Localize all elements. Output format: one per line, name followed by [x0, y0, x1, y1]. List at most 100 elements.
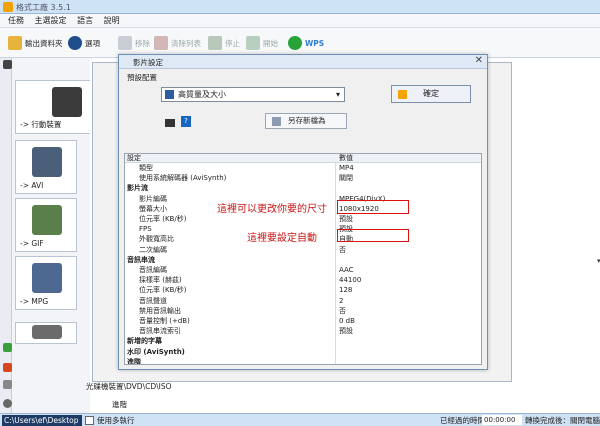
table-row[interactable]: 音訊串流索引 預設 [125, 327, 481, 336]
menu-language[interactable]: 語言 [77, 14, 93, 28]
table-row[interactable]: 音訊聲道 2 [125, 297, 481, 306]
ok-button[interactable]: 確定 [391, 85, 471, 103]
table-row[interactable]: 音量控制 (+dB) 0 dB [125, 317, 481, 326]
multi-thread-checkbox[interactable] [85, 416, 94, 425]
output-path[interactable]: C:\Users\ef\Desktop [2, 415, 82, 426]
category-mpg[interactable]: -> MPG [15, 256, 77, 310]
setting-name: 音訊聲道 [139, 296, 167, 305]
folder-icon [8, 36, 22, 50]
audio-category-icon[interactable] [3, 343, 12, 352]
category-mobile[interactable]: -> 行動裝置 [15, 80, 95, 134]
setting-value: 44100 [339, 276, 362, 285]
start-button[interactable]: 開始 [246, 34, 278, 52]
output-folder-button[interactable]: 輸出資料夾 [8, 34, 63, 52]
setting-name: 使用系統解碼器 (AviSynth) [139, 174, 227, 183]
menu-task[interactable]: 任務 [8, 14, 24, 28]
setting-value: 128 [339, 286, 353, 295]
dialog-title: 影片設定 [133, 58, 163, 67]
menu-help[interactable]: 說明 [104, 14, 120, 28]
format-icon [32, 325, 62, 339]
left-icon-strip [0, 58, 12, 413]
mpg-icon [32, 263, 62, 293]
multi-thread-label: 使用多執行 [97, 416, 135, 425]
clear-list-button[interactable]: 清除列表 [154, 34, 201, 52]
setting-name: 音量控制 (+dB) [139, 317, 190, 325]
table-row[interactable]: 進階 [125, 357, 481, 365]
status-bar: C:\Users\ef\Desktop 使用多執行 已經過的時間： 00:00:… [0, 413, 600, 426]
advanced-label[interactable]: 進階 [112, 399, 127, 410]
table-row[interactable]: 音訊串流 [125, 256, 481, 265]
settings-table: 設定 數值 類型 MP4 使用系統解碼器 (AviSynth) 關閉 影片流 影片編碼 MP… [124, 153, 482, 365]
table-row[interactable]: 影片流 [125, 184, 481, 193]
setting-name: 新增的字幕 [127, 337, 162, 346]
menu-settings[interactable]: 主選設定 [35, 14, 67, 28]
dialog-title-bar: 影片設定 ✕ [119, 55, 487, 69]
category-gif[interactable]: -> GIF [15, 198, 77, 252]
app-icon [3, 2, 13, 12]
table-row[interactable]: 音訊編碼 AAC [125, 266, 481, 275]
setting-name: 音訊串流 [127, 255, 155, 264]
setting-name: 進階 [127, 357, 141, 365]
video-category-icon[interactable] [3, 60, 12, 69]
table-row[interactable]: 使用系統解碼器 (AviSynth) 關閉 [125, 174, 481, 183]
tools-category-icon[interactable] [3, 399, 12, 408]
chevron-down-icon: ▾ [335, 90, 340, 99]
menu-bar: 任務 主選設定 語言 說明 [0, 14, 600, 28]
preset-label: 預設配置 [127, 73, 157, 82]
setting-value: 預設 [339, 327, 353, 336]
setting-value: 2 [339, 296, 344, 305]
save-as-button[interactable]: 另存新檔為 [265, 113, 347, 129]
setting-name: 外觀寬高比 [139, 235, 174, 244]
wps-button[interactable]: WPS [288, 34, 324, 52]
setting-name: 音訊編碼 [139, 266, 167, 274]
table-row[interactable]: 禁用音訊輸出 否 [125, 307, 481, 316]
setting-name: 螢幕大小 [139, 204, 167, 213]
setting-name: 影片編碼 [139, 194, 167, 203]
after-done-setting[interactable]: 轉換完成後：關閉電腦 [525, 415, 600, 426]
table-row[interactable]: 新增的字幕 [125, 337, 481, 346]
close-icon[interactable]: ✕ [475, 55, 483, 66]
help-icon[interactable]: ? [181, 116, 191, 127]
preset-icon [165, 90, 174, 99]
setting-name: 水印 (AviSynth) [127, 347, 185, 356]
save-icon [272, 117, 281, 126]
table-row[interactable]: 類型 MP4 [125, 164, 481, 173]
table-row[interactable]: 二次編碼 否 [125, 246, 481, 255]
size-highlight-box [337, 200, 409, 214]
image-category-icon[interactable] [3, 363, 12, 372]
ratio-highlight-box [337, 229, 409, 242]
start-icon [246, 36, 260, 50]
options-button[interactable]: 選項 [68, 34, 100, 52]
elapsed-time: 00:00:00 [482, 415, 522, 425]
document-category-icon[interactable] [3, 380, 12, 389]
remove-button[interactable]: 移除 [118, 34, 150, 52]
clear-icon [154, 36, 168, 50]
setting-name: 音訊串流索引 [139, 327, 181, 336]
setting-value: 0 dB [339, 317, 355, 325]
value-column-header: 數值 [339, 154, 353, 162]
title-bar: 格式工廠 3.5.1 [0, 0, 600, 14]
setting-name: 影片流 [127, 184, 148, 193]
gear-icon [68, 36, 82, 50]
window-title: 格式工廠 3.5.1 [16, 3, 71, 12]
setting-name: 採樣率 (赫茲) [139, 276, 182, 285]
table-row[interactable]: 採樣率 (赫茲) 44100 [125, 276, 481, 285]
table-row[interactable]: 位元率 (KB/秒) 128 [125, 286, 481, 295]
setting-name: 禁用音訊輸出 [139, 306, 181, 315]
gif-icon [32, 205, 62, 235]
setting-name: 類型 [139, 164, 153, 172]
film-reel-icon [52, 87, 82, 117]
table-row[interactable]: 水印 (AviSynth) [125, 348, 481, 357]
category-next[interactable] [15, 322, 77, 344]
arrow-right-icon [398, 90, 407, 99]
optical-device-label[interactable]: 光碟機裝置\DVD\CD\ISO [86, 381, 172, 392]
category-avi[interactable]: -> AVI [15, 140, 77, 194]
stop-icon [208, 36, 222, 50]
setting-value: 否 [339, 306, 346, 315]
preview-icon[interactable] [165, 119, 175, 127]
setting-name: 位元率 (KB/秒) [139, 286, 187, 295]
preset-select[interactable]: 高質量及大小 ▾ [161, 87, 345, 102]
table-row[interactable]: 位元率 (KB/秒) 預設 [125, 215, 481, 224]
table-header: 設定 數值 [125, 154, 481, 164]
stop-button[interactable]: 停止 [208, 34, 240, 52]
